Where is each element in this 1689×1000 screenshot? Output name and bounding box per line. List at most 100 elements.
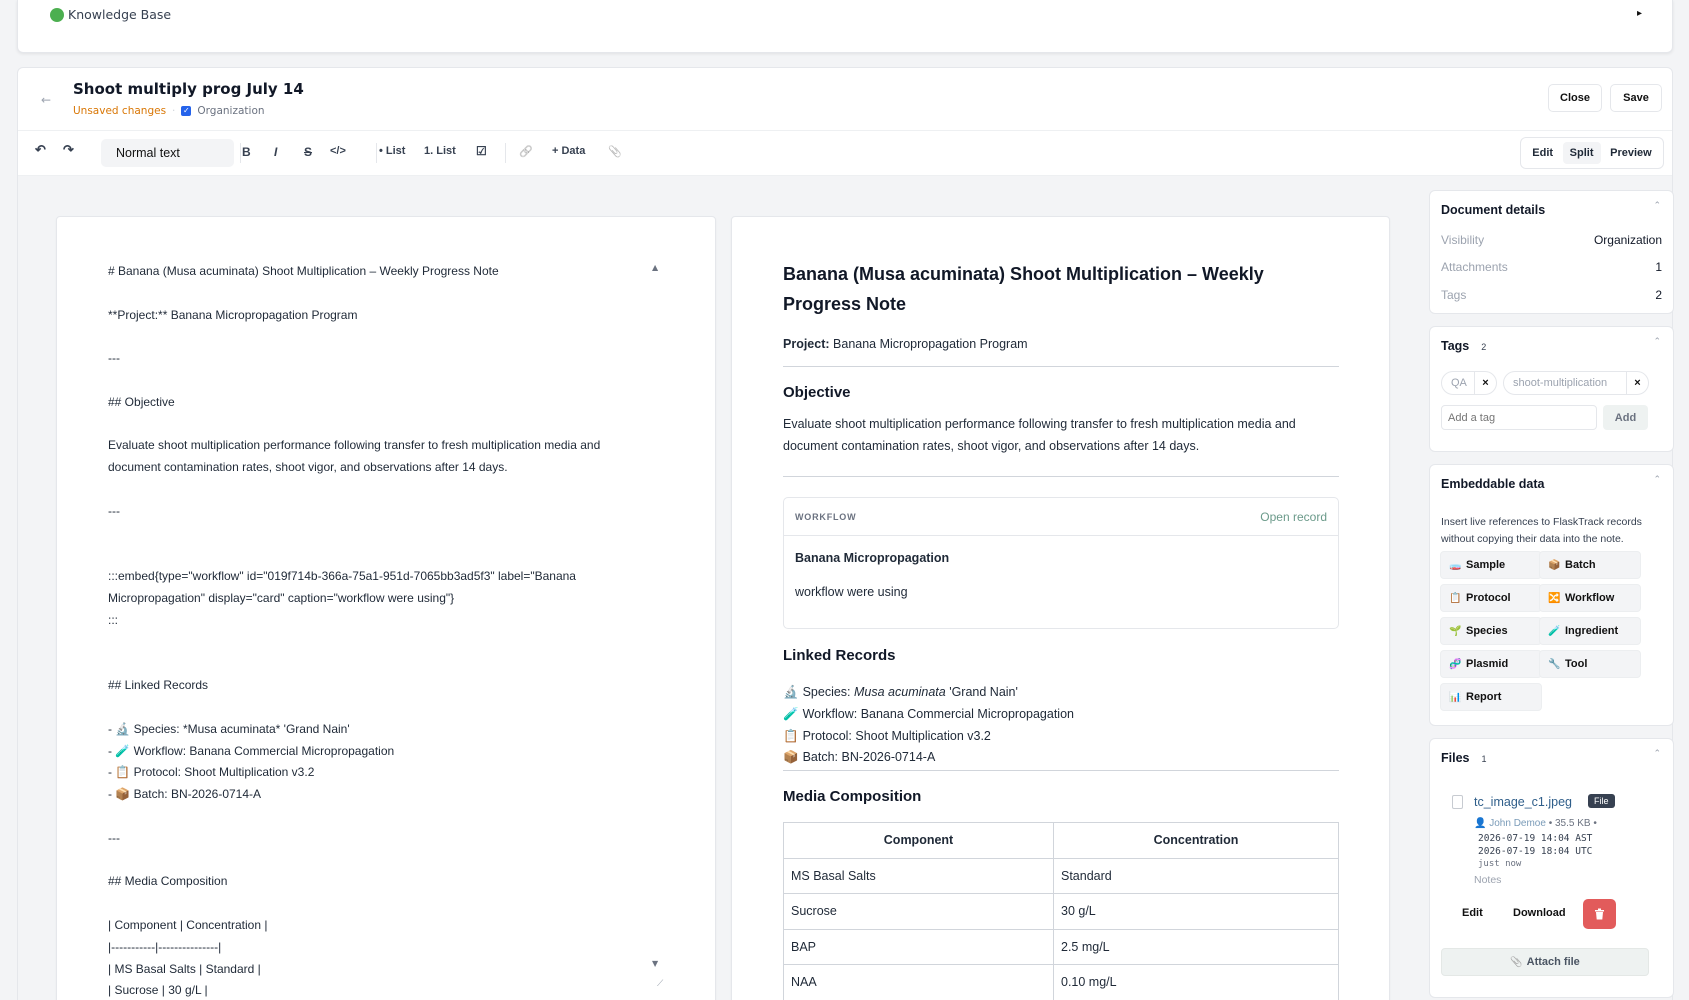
italic-button[interactable]: I (274, 145, 277, 159)
report-icon: 📊 (1449, 691, 1462, 703)
back-arrow-icon[interactable]: ← (41, 93, 51, 107)
detail-value: 1 (1655, 260, 1662, 274)
add-tag-input[interactable] (1441, 405, 1597, 430)
checklist-icon[interactable]: ☑ (476, 144, 487, 158)
linked-record-item[interactable]: 🔬 Species: Musa acuminata 'Grand Nain' (783, 682, 1339, 704)
code-button[interactable]: </> (330, 145, 346, 157)
collapse-chevron-icon[interactable]: ⌃ (1653, 336, 1661, 347)
embed-button-label: Sample (1466, 559, 1506, 571)
linked-record-label: Workflow: Banana Commercial Micropropaga… (802, 706, 1074, 721)
embed-batch-button[interactable]: 📦 Batch (1539, 551, 1641, 579)
edit-file-button[interactable]: Edit (1462, 907, 1483, 919)
markdown-line (108, 283, 718, 305)
embed-tool-button[interactable]: 🔧 Tool (1539, 650, 1641, 678)
embed-button-label: Ingredient (1565, 625, 1619, 637)
add-tag-button[interactable]: Add (1603, 405, 1648, 430)
knowledge-base-breadcrumb[interactable]: Knowledge Base (50, 7, 171, 22)
strikethrough-button[interactable]: S (304, 145, 312, 159)
embed-sample-button[interactable]: 🧫 Sample (1440, 551, 1542, 579)
embed-report-button[interactable]: 📊 Report (1440, 683, 1542, 711)
view-edit-button[interactable]: Edit (1525, 142, 1560, 164)
user-icon: 👤 (1474, 818, 1487, 829)
embed-button-label: Protocol (1466, 592, 1511, 604)
protocol-icon: 📋 (1449, 592, 1462, 604)
scroll-up-icon[interactable]: ▲ (652, 263, 658, 272)
save-button[interactable]: Save (1610, 84, 1662, 112)
collapse-chevron-icon[interactable]: ⌃ (1653, 474, 1661, 485)
file-notes-label[interactable]: Notes (1474, 874, 1501, 886)
view-preview-button[interactable]: Preview (1603, 142, 1659, 164)
file-name-link[interactable]: tc_image_c1.jpeg (1474, 795, 1572, 809)
close-button[interactable]: Close (1548, 84, 1602, 112)
markdown-line: --- (108, 351, 120, 366)
resize-handle-icon[interactable]: ⟋ (657, 979, 663, 989)
open-record-link[interactable]: Open record (1260, 510, 1327, 524)
visibility-checkbox[interactable]: ✓ (181, 106, 192, 116)
delete-file-button[interactable] (1583, 899, 1616, 929)
files-title-label: Files (1441, 751, 1470, 765)
collapse-chevron-icon[interactable]: ⌃ (1653, 200, 1661, 211)
embed-button-label: Species (1466, 625, 1508, 637)
species-icon: 🌱 (1449, 625, 1462, 637)
embed-button-label: Workflow (1565, 592, 1615, 604)
linked-record-item[interactable]: 📋 Protocol: Shoot Multiplication v3.2 (783, 726, 1339, 748)
markdown-line (108, 370, 718, 392)
workflow-embed-card: WORKFLOW Open record Banana Micropropaga… (783, 497, 1339, 629)
link-icon[interactable]: 🔗 (519, 145, 533, 158)
bold-button[interactable]: B (242, 145, 251, 159)
linked-record-label: Species: (802, 685, 854, 699)
bullet-list-button[interactable]: • List (379, 145, 405, 157)
embed-workflow-button[interactable]: 🔀 Workflow (1539, 584, 1641, 612)
embed-button-label: Plasmid (1466, 658, 1509, 670)
markdown-line: Micropropagation" display="card" caption… (108, 590, 455, 605)
markdown-line (108, 523, 718, 545)
insert-data-button[interactable]: + Data (552, 145, 585, 157)
block-type-select[interactable]: Normal text (101, 139, 234, 167)
markdown-line: - 📋 Protocol: Shoot Multiplication v3.2 (108, 765, 315, 780)
table-cell: NAA (783, 964, 1054, 1000)
remove-tag-icon[interactable]: × (1626, 371, 1648, 395)
embed-plasmid-button[interactable]: 🧬 Plasmid (1440, 650, 1542, 678)
file-meta: 👤 John Demoe • 35.5 KB • (1474, 818, 1597, 829)
markdown-line: - 📦 Batch: BN-2026-0714-A (108, 787, 262, 802)
toolbar-divider (505, 143, 506, 163)
expand-caret-icon[interactable]: ▸ (1637, 8, 1642, 19)
record-type-icon: 📦 (783, 750, 799, 765)
files-title: Files 1 (1441, 751, 1487, 765)
markdown-line: - 🔬 Species: *Musa acuminata* 'Grand Nai… (108, 721, 350, 736)
preview-pane: Banana (Musa acuminata) Shoot Multiplica… (731, 216, 1390, 1000)
attachment-icon[interactable]: 📎 (608, 145, 622, 158)
meta-separator: · (172, 105, 176, 117)
markdown-editor-pane[interactable]: # Banana (Musa acuminata) Shoot Multipli… (56, 216, 716, 1000)
remove-tag-icon[interactable]: × (1474, 371, 1496, 395)
view-split-button[interactable]: Split (1562, 142, 1601, 164)
linked-record-item[interactable]: 🧪 Workflow: Banana Commercial Micropropag… (783, 704, 1339, 726)
embed-species-button[interactable]: 🌱 Species (1440, 617, 1542, 645)
markdown-line: document contamination rates, shoot vigo… (108, 460, 508, 475)
collapse-chevron-icon[interactable]: ⌃ (1653, 748, 1661, 759)
detail-key: Tags (1441, 288, 1467, 302)
tags-count: 2 (1481, 342, 1487, 352)
markdown-textarea[interactable]: # Banana (Musa acuminata) Shoot Multipli… (108, 261, 718, 1000)
divider (783, 366, 1339, 367)
scroll-down-icon[interactable]: ▼ (652, 959, 658, 968)
document-title[interactable]: Shoot multiply prog July 14 (73, 80, 304, 98)
embed-protocol-button[interactable]: 📋 Protocol (1440, 584, 1542, 612)
markdown-line: Evaluate shoot multiplication performanc… (108, 438, 601, 453)
markdown-line: :::embed{type="workflow" id="019f714b-36… (108, 569, 576, 584)
tag-chip: QA × (1441, 371, 1497, 395)
attach-file-button[interactable]: 📎 Attach file (1441, 948, 1649, 976)
numbered-list-button[interactable]: 1. List (424, 145, 456, 157)
embed-ingredient-button[interactable]: 🧪 Ingredient (1539, 617, 1641, 645)
table-cell: BAP (783, 928, 1054, 965)
download-file-button[interactable]: Download (1513, 907, 1566, 919)
redo-icon[interactable]: ↷ (63, 142, 74, 158)
undo-icon[interactable]: ↶ (35, 142, 46, 158)
markdown-line (108, 697, 718, 719)
table-header: Component (783, 822, 1054, 859)
linked-record-item[interactable]: 📦 Batch: BN-2026-0714-A (783, 747, 1339, 769)
linked-record-rest: 'Grand Nain' (945, 685, 1018, 699)
divider (783, 476, 1339, 477)
preview-project: Project: Banana Micropropagation Program (783, 337, 1339, 351)
linked-record-italic: Musa acuminata (854, 685, 946, 699)
